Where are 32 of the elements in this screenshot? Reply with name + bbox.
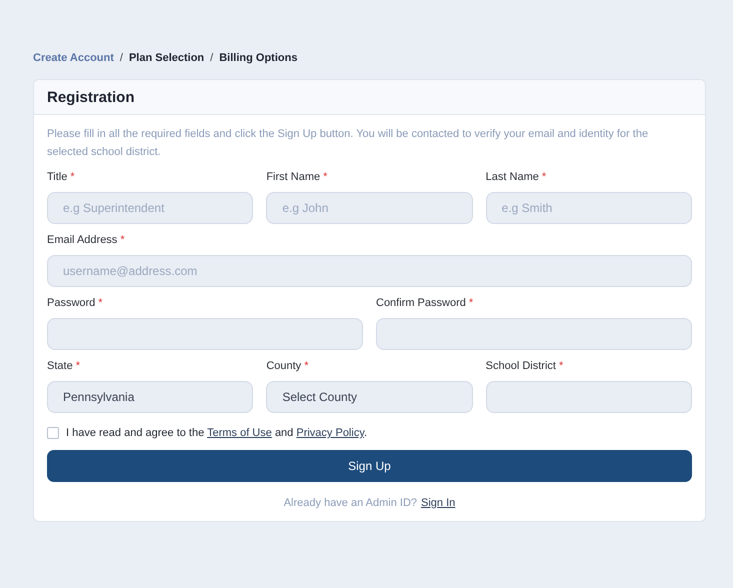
breadcrumb-item: Billing Options	[219, 52, 298, 64]
input-field[interactable]: e.g Smith	[486, 192, 692, 224]
footer-text: Already have an Admin ID?	[284, 497, 418, 509]
input-field[interactable]: Select County	[266, 381, 473, 413]
field-label: State *	[47, 360, 81, 374]
input-field[interactable]: e.g John	[266, 192, 473, 224]
card-title: Registration	[47, 88, 135, 106]
policy-link[interactable]: Privacy Policy	[296, 427, 364, 439]
field-label: County *	[266, 360, 310, 374]
field-label: School District *	[486, 360, 564, 374]
field-label: Email Address *	[47, 234, 126, 248]
input-field[interactable]: username@address.com	[47, 255, 692, 287]
field-label: Last Name *	[486, 171, 548, 185]
input-field[interactable]	[486, 381, 692, 413]
input-field[interactable]: Pennsylvania	[47, 381, 254, 413]
field-label: Confirm Password *	[376, 297, 474, 311]
field-label: Password *	[47, 297, 104, 311]
input-field[interactable]	[376, 318, 692, 350]
sign-up-button[interactable]: Sign Up	[47, 450, 692, 482]
field-label: First Name *	[266, 171, 328, 185]
breadcrumb-separator: /	[210, 52, 214, 64]
policy-link[interactable]: Terms of Use	[207, 427, 272, 439]
checkbox[interactable]	[47, 427, 59, 439]
breadcrumb-link[interactable]: Create Account	[33, 52, 114, 64]
breadcrumb-separator: /	[120, 52, 123, 64]
instructions-text: Please fill in all the required fields and click the Sign Up button. You will be contacted to verify your email and identity for the selected school district.	[47, 127, 650, 160]
field-label: Title *	[47, 171, 76, 185]
input-field[interactable]: e.g Superintendent	[47, 192, 254, 224]
agreement-text: I have read and agree to the Terms of Use and Privacy Policy.	[66, 427, 368, 439]
sign-in-link[interactable]: Sign In	[421, 497, 456, 509]
input-field[interactable]	[47, 318, 363, 350]
breadcrumb-item: Plan Selection	[128, 52, 204, 64]
